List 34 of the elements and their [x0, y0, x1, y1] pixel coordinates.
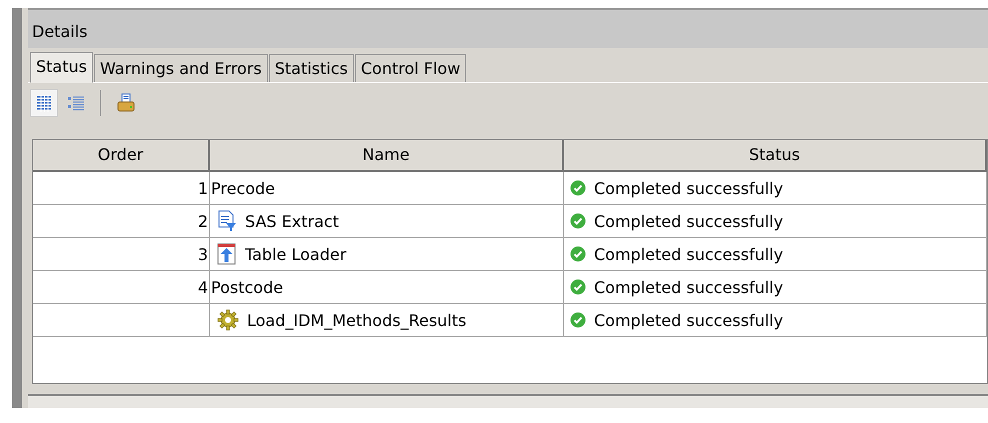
order-number: 3	[198, 244, 208, 264]
check-circle-icon	[570, 246, 586, 262]
status-text: Completed successfully	[594, 278, 784, 296]
column-header[interactable]: Order	[33, 140, 210, 172]
tab[interactable]: Control Flow	[354, 54, 466, 82]
task-name: Postcode	[211, 278, 284, 296]
list-icon	[67, 94, 85, 112]
column-header[interactable]: Status	[564, 140, 987, 172]
tab[interactable]: Statistics	[268, 54, 354, 82]
task-name: SAS Extract	[245, 212, 339, 230]
task-name: Load_IDM_Methods_Results	[247, 310, 466, 330]
grid-icon	[35, 94, 53, 112]
check-circle-icon	[570, 213, 586, 229]
tab[interactable]: Status	[30, 52, 93, 83]
gear-icon	[217, 309, 239, 331]
check-circle-icon	[570, 180, 586, 196]
status-text: Completed successfully	[594, 178, 784, 198]
document-funnel-icon	[217, 210, 237, 232]
check-circle-icon	[570, 312, 586, 328]
order-number: 1	[198, 178, 208, 198]
order-number: 4	[198, 278, 208, 296]
table-upload-icon	[217, 243, 237, 265]
task-name: Table Loader	[245, 244, 346, 264]
table-view-button[interactable]	[30, 89, 58, 117]
task-name: Precode	[211, 178, 276, 198]
check-circle-icon	[570, 279, 586, 295]
tab[interactable]: Warnings and Errors	[94, 54, 268, 82]
order-number: 2	[198, 212, 208, 230]
status-text: Completed successfully	[594, 212, 784, 230]
panel-title: Details	[28, 8, 988, 48]
printer-icon	[116, 93, 136, 113]
status-text: Completed successfully	[594, 310, 784, 330]
status-text: Completed successfully	[594, 244, 784, 264]
column-header[interactable]: Name	[210, 140, 564, 172]
